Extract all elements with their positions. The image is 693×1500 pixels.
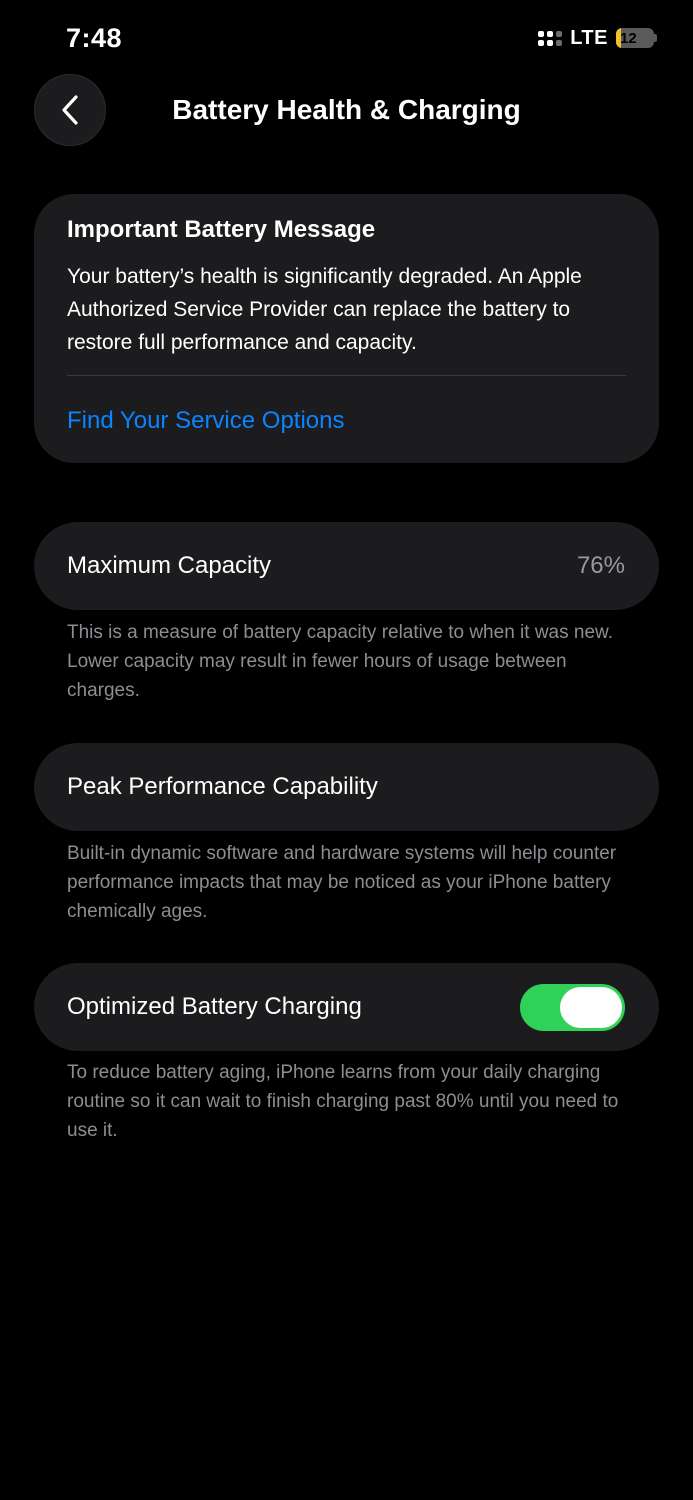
network-type-label: LTE <box>570 26 608 49</box>
maximum-capacity-label: Maximum Capacity <box>67 552 272 579</box>
status-time: 7:48 <box>66 23 123 53</box>
battery-indicator: 12 <box>616 28 657 48</box>
battery-message-card: Important Battery Message Your battery’s… <box>34 194 659 463</box>
battery-level-text: 12 <box>620 29 637 47</box>
divider <box>67 375 626 376</box>
page-title: Battery Health & Charging <box>172 94 521 125</box>
peak-performance-footnote: Built-in dynamic software and hardware s… <box>67 843 617 922</box>
optimized-charging-row: Optimized Battery Charging <box>34 963 659 1051</box>
optimized-charging-footnote: To reduce battery aging, iPhone learns f… <box>67 1062 619 1141</box>
screen: 7:48 LTE 12 Battery Health & Charging Im… <box>0 0 693 1500</box>
message-title: Important Battery Message <box>67 216 376 243</box>
battery-icon: 12 <box>616 28 654 48</box>
optimized-charging-toggle[interactable] <box>520 983 625 1031</box>
maximum-capacity-value: 76% <box>576 552 625 579</box>
maximum-capacity-footnote: This is a measure of battery capacity re… <box>67 622 613 701</box>
battery-cap <box>654 34 657 42</box>
cellular-signal-icon <box>538 30 563 46</box>
peak-performance-row[interactable]: Peak Performance Capability <box>34 743 659 831</box>
optimized-charging-label: Optimized Battery Charging <box>67 993 362 1020</box>
find-service-options-link[interactable]: Find Your Service Options <box>67 405 626 437</box>
message-body: Your battery’s health is significantly d… <box>67 265 582 354</box>
peak-performance-label: Peak Performance Capability <box>67 773 378 800</box>
toggle-knob[interactable] <box>560 986 622 1028</box>
status-indicators: LTE 12 <box>538 24 657 52</box>
maximum-capacity-row[interactable]: Maximum Capacity 76% <box>34 522 659 610</box>
